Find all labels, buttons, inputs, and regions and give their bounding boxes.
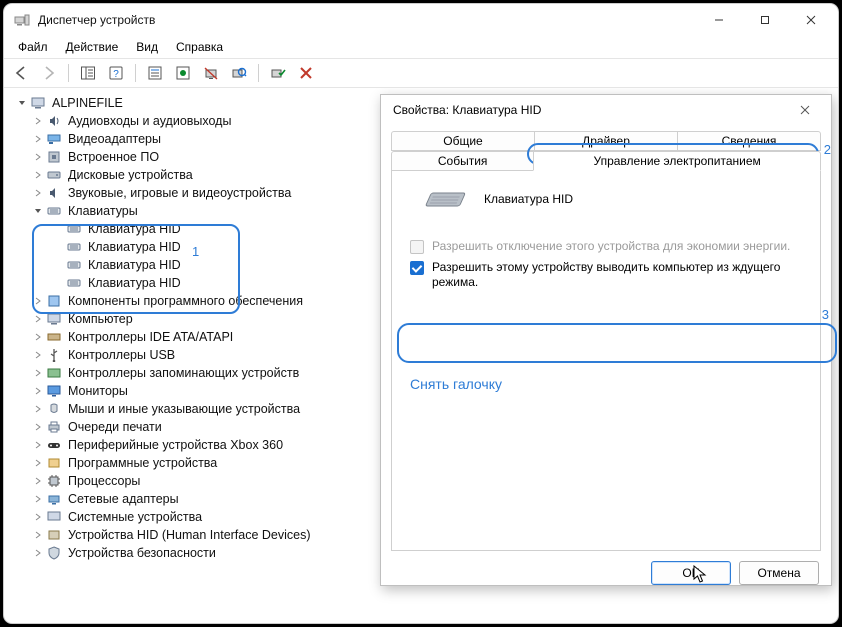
titlebar: Диспетчер устройств bbox=[4, 4, 838, 36]
keyboard-icon bbox=[66, 239, 82, 255]
gamepad-icon bbox=[46, 437, 62, 453]
computer-icon bbox=[30, 95, 46, 111]
processor-icon bbox=[46, 473, 62, 489]
content-area: ALPINEFILE Аудиовходы и аудиовыходы Виде… bbox=[4, 88, 838, 623]
caret-right-icon[interactable] bbox=[30, 135, 46, 143]
minimize-button[interactable] bbox=[696, 4, 742, 36]
caret-right-icon[interactable] bbox=[30, 189, 46, 197]
mouse-icon bbox=[46, 401, 62, 417]
checkbox-wake[interactable] bbox=[410, 261, 424, 275]
properties-dialog: Свойства: Клавиатура HID Общие Драйвер С… bbox=[380, 94, 832, 586]
menu-view[interactable]: Вид bbox=[128, 38, 166, 56]
usb-controller-icon bbox=[46, 347, 62, 363]
caret-right-icon[interactable] bbox=[30, 387, 46, 395]
show-hide-tree-icon[interactable] bbox=[77, 62, 99, 84]
keyboard-icon bbox=[66, 257, 82, 273]
security-device-icon bbox=[46, 545, 62, 561]
window-title: Диспетчер устройств bbox=[38, 13, 696, 27]
sound-icon bbox=[46, 185, 62, 201]
keyboard-icon bbox=[46, 203, 62, 219]
keyboard-icon bbox=[66, 275, 82, 291]
scan-hardware-icon[interactable] bbox=[228, 62, 250, 84]
menubar: Файл Действие Вид Справка bbox=[4, 36, 838, 58]
maximize-button[interactable] bbox=[742, 4, 788, 36]
checkbox-power-off-label: Разрешить отключение этого устройства дл… bbox=[432, 239, 790, 254]
keyboard-icon bbox=[66, 221, 82, 237]
printer-icon bbox=[46, 419, 62, 435]
caret-right-icon[interactable] bbox=[30, 441, 46, 449]
tab-events[interactable]: События bbox=[391, 151, 534, 171]
properties-icon[interactable] bbox=[144, 62, 166, 84]
checkbox-power-off bbox=[410, 240, 424, 254]
help-icon[interactable]: ? bbox=[105, 62, 127, 84]
tab-panel-power: Клавиатура HID Разрешить отключение этог… bbox=[391, 171, 821, 551]
ide-controller-icon bbox=[46, 329, 62, 345]
caret-right-icon[interactable] bbox=[30, 477, 46, 485]
caret-right-icon[interactable] bbox=[30, 531, 46, 539]
system-device-icon bbox=[46, 509, 62, 525]
tab-details[interactable]: Сведения bbox=[677, 131, 821, 151]
checkbox-wake-label: Разрешить этому устройству выводить комп… bbox=[432, 260, 802, 290]
dialog-title: Свойства: Клавиатура HID bbox=[393, 103, 785, 117]
close-button[interactable] bbox=[788, 4, 834, 36]
caret-right-icon[interactable] bbox=[30, 459, 46, 467]
root-label: ALPINEFILE bbox=[52, 96, 123, 110]
dialog-close-button[interactable] bbox=[785, 95, 825, 125]
storage-controller-icon bbox=[46, 365, 62, 381]
caret-right-icon[interactable] bbox=[30, 369, 46, 377]
keyboard-large-icon bbox=[420, 187, 468, 211]
caret-right-icon[interactable] bbox=[30, 315, 46, 323]
caret-right-icon[interactable] bbox=[30, 117, 46, 125]
caret-right-icon[interactable] bbox=[30, 405, 46, 413]
checkbox-row-wake[interactable]: Разрешить этому устройству выводить комп… bbox=[396, 260, 816, 290]
menu-file[interactable]: Файл bbox=[10, 38, 56, 56]
display-adapter-icon bbox=[46, 131, 62, 147]
caret-right-icon[interactable] bbox=[30, 171, 46, 179]
disable-device-icon[interactable] bbox=[200, 62, 222, 84]
caret-right-icon[interactable] bbox=[30, 513, 46, 521]
caret-right-icon[interactable] bbox=[30, 495, 46, 503]
ok-button[interactable]: OK bbox=[651, 561, 731, 585]
enable-device-icon[interactable] bbox=[267, 62, 289, 84]
menu-help[interactable]: Справка bbox=[168, 38, 231, 56]
audio-icon bbox=[46, 113, 62, 129]
update-driver-icon[interactable] bbox=[172, 62, 194, 84]
caret-down-icon[interactable] bbox=[14, 99, 30, 107]
dialog-titlebar: Свойства: Клавиатура HID bbox=[381, 95, 831, 125]
caret-right-icon[interactable] bbox=[30, 297, 46, 305]
network-icon bbox=[46, 491, 62, 507]
tab-driver[interactable]: Драйвер bbox=[534, 131, 678, 151]
checkbox-row-power-off: Разрешить отключение этого устройства дл… bbox=[396, 239, 816, 254]
hid-icon bbox=[46, 527, 62, 543]
annotation-number-3: 3 bbox=[822, 307, 829, 322]
firmware-icon bbox=[46, 149, 62, 165]
svg-text:?: ? bbox=[113, 69, 119, 80]
software-component-icon bbox=[46, 293, 62, 309]
disk-icon bbox=[46, 167, 62, 183]
dialog-buttons: OK Отмена bbox=[381, 551, 831, 595]
caret-down-icon[interactable] bbox=[30, 207, 46, 215]
back-button[interactable] bbox=[10, 62, 32, 84]
device-name-label: Клавиатура HID bbox=[484, 192, 573, 206]
tab-general[interactable]: Общие bbox=[391, 131, 535, 151]
annotation-box-3: 3 bbox=[397, 323, 837, 363]
caret-right-icon[interactable] bbox=[30, 351, 46, 359]
caret-right-icon[interactable] bbox=[30, 153, 46, 161]
software-device-icon bbox=[46, 455, 62, 471]
menu-action[interactable]: Действие bbox=[58, 38, 127, 56]
caret-right-icon[interactable] bbox=[30, 549, 46, 557]
uninstall-device-icon[interactable] bbox=[295, 62, 317, 84]
cancel-button[interactable]: Отмена bbox=[739, 561, 819, 585]
monitor-icon bbox=[46, 383, 62, 399]
caret-right-icon[interactable] bbox=[30, 333, 46, 341]
computer-icon bbox=[46, 311, 62, 327]
caret-right-icon[interactable] bbox=[30, 423, 46, 431]
annotation-number-2: 2 bbox=[824, 142, 831, 157]
device-manager-icon bbox=[14, 12, 30, 28]
tab-power-management[interactable]: Управление электропитанием bbox=[533, 151, 821, 171]
forward-button[interactable] bbox=[38, 62, 60, 84]
toolbar: ? bbox=[4, 58, 838, 88]
annotation-remove-check: Снять галочку bbox=[410, 376, 502, 392]
